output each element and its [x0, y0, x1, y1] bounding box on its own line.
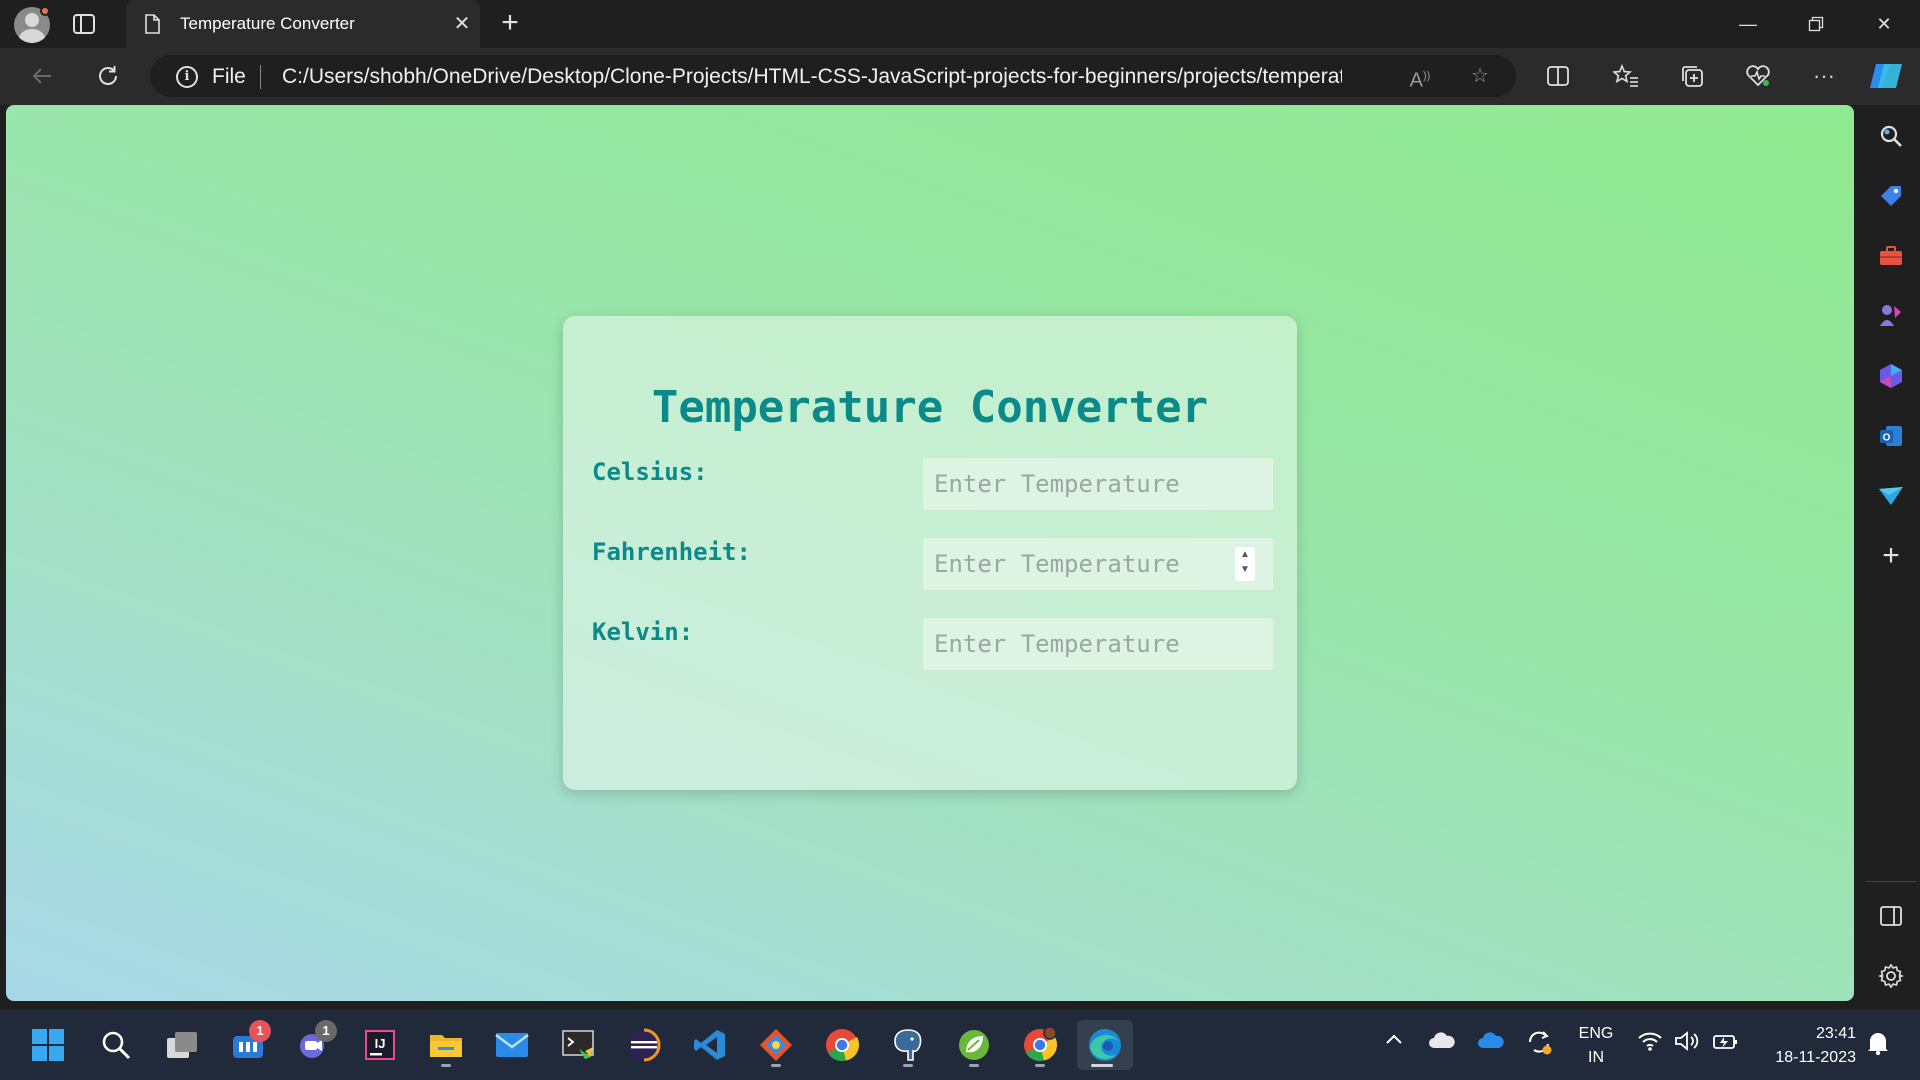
favorites-icon[interactable]: [1608, 58, 1644, 94]
page-viewport: Temperature Converter Celsius: Fahrenhei…: [6, 105, 1854, 1001]
notification-bell-icon[interactable]: [1866, 1030, 1890, 1061]
fahrenheit-label: Fahrenheit:: [592, 538, 751, 566]
info-icon[interactable]: i: [176, 66, 198, 88]
search-icon[interactable]: [1872, 117, 1910, 155]
browser-essentials-icon[interactable]: [1740, 58, 1776, 94]
chat-icon[interactable]: 1: [289, 1020, 339, 1070]
tools-icon[interactable]: [1872, 237, 1910, 275]
page-title: Temperature Converter: [651, 382, 1209, 433]
windows-taskbar: 1 1 IJ ENG IN 23:41 18-11-2023: [0, 1010, 1920, 1080]
start-icon[interactable]: [23, 1020, 73, 1070]
tab-title: Temperature Converter: [180, 14, 355, 33]
chrome-icon[interactable]: [817, 1020, 867, 1070]
read-aloud-icon[interactable]: A)): [1404, 61, 1436, 92]
shopping-tag-icon[interactable]: [1872, 177, 1910, 215]
postgresql-icon[interactable]: [883, 1020, 933, 1070]
file-explorer-icon[interactable]: [421, 1020, 471, 1070]
close-window-icon[interactable]: ✕: [1854, 8, 1914, 40]
favorite-star-icon[interactable]: ☆: [1464, 61, 1496, 91]
number-spinner-icon[interactable]: ▲ ▼: [1235, 547, 1255, 581]
kelvin-input[interactable]: [923, 618, 1273, 670]
games-icon[interactable]: [1872, 297, 1910, 335]
document-icon: [144, 14, 160, 34]
intellij-icon[interactable]: IJ: [355, 1020, 405, 1070]
svg-text:O: O: [1883, 433, 1891, 444]
copilot-app-icon[interactable]: [1872, 357, 1910, 395]
terminal-icon[interactable]: [553, 1020, 603, 1070]
outlook-icon[interactable]: O: [1872, 417, 1910, 455]
clock-time: 23:41: [1815, 1025, 1856, 1042]
kelvin-label: Kelvin:: [592, 618, 694, 646]
address-url[interactable]: C:/Users/shobh/OneDrive/Desktop/Clone-Pr…: [282, 65, 1342, 89]
onedrive-personal-icon[interactable]: [1428, 1030, 1456, 1055]
taskbar-search-icon[interactable]: [91, 1020, 141, 1070]
git-gui-icon[interactable]: [751, 1020, 801, 1070]
browser-tab-bar: Temperature Converter ✕ + — ✕: [0, 0, 1920, 48]
wifi-icon[interactable]: [1637, 1030, 1663, 1057]
clock[interactable]: 23:41 18-11-2023: [1748, 1022, 1856, 1070]
battery-icon[interactable]: [1712, 1030, 1740, 1057]
volume-icon[interactable]: [1674, 1030, 1700, 1057]
edge-sidebar: O +: [1862, 105, 1920, 1001]
tab-close-icon[interactable]: ✕: [448, 10, 476, 38]
eclipse-icon[interactable]: [619, 1020, 669, 1070]
converter-card: Temperature Converter Celsius: Fahrenhei…: [563, 316, 1297, 790]
send-icon[interactable]: [1872, 477, 1910, 515]
split-panel-icon[interactable]: [1872, 897, 1910, 935]
language-indicator[interactable]: ENG IN: [1576, 1022, 1616, 1070]
restore-icon[interactable]: [1786, 8, 1846, 40]
split-screen-icon[interactable]: [1540, 58, 1576, 94]
edge-icon[interactable]: [1077, 1020, 1133, 1070]
collections-icon[interactable]: [1674, 58, 1710, 94]
mail-icon[interactable]: [487, 1020, 537, 1070]
minimize-icon[interactable]: —: [1718, 8, 1778, 40]
language-region: IN: [1588, 1049, 1604, 1066]
svg-text:IJ: IJ: [375, 1036, 386, 1051]
chat-badge: 1: [315, 1020, 337, 1042]
tab-temperature-converter[interactable]: Temperature Converter ✕: [126, 0, 480, 48]
celsius-input[interactable]: [923, 458, 1273, 510]
vscode-icon[interactable]: [685, 1020, 735, 1070]
task-view-icon[interactable]: [157, 1020, 207, 1070]
sync-icon[interactable]: [1526, 1030, 1554, 1061]
teams-icon[interactable]: 1: [223, 1020, 273, 1070]
browser-toolbar: i File C:/Users/shobh/OneDrive/Desktop/C…: [0, 48, 1920, 105]
address-bar[interactable]: i File C:/Users/shobh/OneDrive/Desktop/C…: [150, 55, 1516, 97]
language-code: ENG: [1578, 1025, 1614, 1042]
chrome-profile-icon[interactable]: [1015, 1020, 1065, 1070]
settings-icon[interactable]: [1872, 957, 1910, 995]
address-scheme: File: [212, 65, 246, 88]
address-separator: [260, 65, 261, 89]
clock-date: 18-11-2023: [1775, 1049, 1856, 1066]
teams-badge: 1: [249, 1020, 271, 1042]
fahrenheit-input[interactable]: [923, 538, 1273, 590]
onedrive-business-icon[interactable]: [1477, 1030, 1505, 1055]
copilot-icon[interactable]: [1866, 58, 1906, 94]
add-icon[interactable]: +: [1872, 537, 1910, 575]
tab-actions-icon[interactable]: [70, 10, 98, 38]
new-tab-icon[interactable]: +: [494, 8, 526, 40]
celsius-label: Celsius:: [592, 458, 708, 486]
refresh-icon[interactable]: [90, 58, 126, 94]
back-arrow-icon[interactable]: [24, 58, 60, 94]
profile-notification-dot: [40, 6, 50, 16]
spring-tools-icon[interactable]: [949, 1020, 999, 1070]
more-options-icon[interactable]: ···: [1806, 58, 1842, 94]
sidebar-divider: [1866, 881, 1916, 882]
show-hidden-icons-chevron-icon[interactable]: [1384, 1030, 1404, 1055]
